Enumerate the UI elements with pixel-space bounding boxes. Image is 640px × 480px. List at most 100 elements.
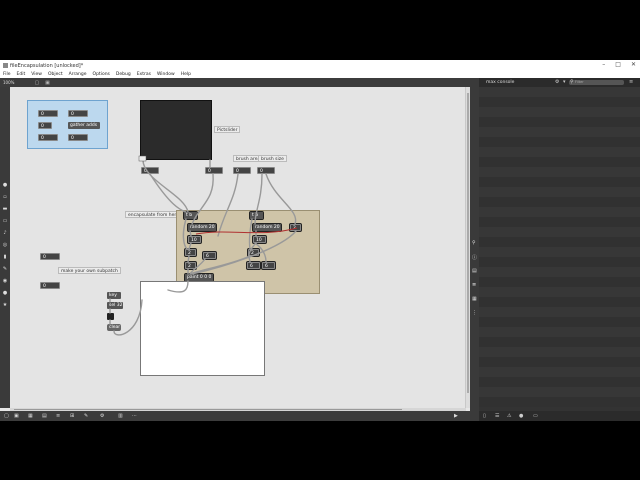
trigger-object[interactable]: t b: [183, 211, 198, 220]
lcd-canvas[interactable]: [140, 281, 265, 376]
sel-object[interactable]: sel 32: [107, 302, 123, 309]
number-box[interactable]: 0: [38, 110, 58, 117]
menu-view[interactable]: View: [31, 71, 42, 78]
number-box[interactable]: 2: [184, 261, 197, 270]
new-object-icon[interactable]: ▫: [2, 194, 8, 200]
options-icon[interactable]: ⋯: [132, 413, 137, 419]
menu-object[interactable]: Object: [48, 71, 63, 78]
lock-icon[interactable]: ▢: [34, 80, 39, 86]
menu-options[interactable]: Options: [93, 71, 110, 78]
number-box[interactable]: 0: [38, 134, 58, 141]
number-box[interactable]: 6: [246, 261, 261, 270]
slider-icon[interactable]: ▮: [2, 254, 8, 260]
max-console-panel: max console ⚙ ▾ Filter ⚲ ≡ ▯ ☰ ⚠ ● ▭: [479, 78, 640, 421]
gather-adds-object[interactable]: gather adds: [68, 122, 100, 129]
columns-icon[interactable]: ▥: [118, 413, 123, 419]
button-icon[interactable]: ◎: [2, 242, 8, 248]
paint-message[interactable]: paint 0 0 0 0: [184, 273, 214, 282]
menu-help[interactable]: Help: [181, 71, 191, 78]
info-icon[interactable]: ⓘ: [472, 254, 477, 261]
number-box[interactable]: 6: [261, 261, 276, 270]
encapsulate-comment: encapsulate from here: [125, 211, 182, 218]
menu-window[interactable]: Window: [157, 71, 175, 78]
search-icon: ⚲: [570, 79, 574, 85]
error-icon[interactable]: ●: [519, 413, 523, 419]
number-box[interactable]: 0: [257, 167, 275, 174]
patcher-top-toolbar: 100% ▢ ▣: [0, 78, 470, 87]
menu-arrange[interactable]: Arrange: [69, 71, 87, 78]
left-sidebar: ● ▫ ▬ ▭ ♪ ◎ ▮ ✎ ◉ ● ★: [0, 87, 10, 408]
number-box[interactable]: 0: [38, 122, 52, 129]
star-icon[interactable]: ★: [2, 302, 8, 308]
lock-icon[interactable]: ▢: [4, 413, 9, 419]
pictslider-comment: Pictslider: [214, 126, 241, 133]
tools-icon[interactable]: ✎: [84, 413, 88, 419]
minimize-button[interactable]: –: [602, 61, 605, 68]
brush-size-comment: brush size: [258, 155, 287, 162]
key-object[interactable]: key: [107, 292, 121, 299]
copy-icon[interactable]: ▭: [533, 413, 538, 419]
number-box[interactable]: 0: [205, 167, 223, 174]
bang-button[interactable]: [107, 313, 114, 320]
zoom-level[interactable]: 100%: [3, 80, 14, 85]
windows-icon[interactable]: ⊞: [70, 413, 74, 419]
number-box[interactable]: 0: [68, 134, 88, 141]
pictslider[interactable]: [140, 100, 212, 160]
new-view-icon[interactable]: ▤: [42, 413, 47, 419]
search-icon[interactable]: ⚲: [472, 240, 476, 246]
number-box[interactable]: 6: [202, 251, 217, 260]
grid-icon[interactable]: ▦: [28, 413, 33, 419]
trigger-object[interactable]: t b: [249, 211, 264, 220]
number-box[interactable]: 0: [68, 110, 88, 117]
menu-edit[interactable]: Edit: [17, 71, 26, 78]
book-icon[interactable]: ▤: [472, 268, 477, 274]
console-header: max console ⚙ ▾ Filter ⚲ ≡: [479, 78, 640, 87]
present-icon[interactable]: ▣: [14, 413, 19, 419]
settings-icon[interactable]: ⚙: [555, 79, 559, 85]
max-app-icon: [3, 63, 8, 68]
number-box[interactable]: 0: [40, 282, 60, 289]
number-box[interactable]: 0: [233, 167, 251, 174]
title-bar: fileEncapsulation [unlocked]* – □ ✕: [0, 60, 640, 71]
message-icon[interactable]: ▬: [2, 206, 8, 212]
align-icon[interactable]: ≡: [56, 413, 60, 419]
console-search-input[interactable]: Filter: [569, 80, 624, 85]
console-icon[interactable]: ≣: [472, 282, 476, 288]
close-button[interactable]: ✕: [631, 61, 636, 68]
number-box[interactable]: 10: [252, 235, 267, 244]
info-icon[interactable]: ●: [2, 290, 8, 296]
pin-icon[interactable]: ✎: [2, 266, 8, 272]
menu-extras[interactable]: Extras: [137, 71, 151, 78]
number-box[interactable]: 2: [247, 248, 260, 257]
number-box[interactable]: 2: [184, 248, 197, 257]
filter-icon[interactable]: ☰: [495, 413, 499, 419]
dropdown-icon[interactable]: ▾: [563, 79, 566, 85]
console-footer: ▯ ☰ ⚠ ● ▭: [479, 411, 640, 421]
number-box[interactable]: 2: [289, 223, 302, 232]
people-icon[interactable]: ⋮: [472, 310, 477, 316]
comment-icon[interactable]: ▭: [2, 218, 8, 224]
subpatch-comment: make your own subpatch: [58, 267, 121, 274]
clear-icon[interactable]: ▯: [483, 413, 486, 419]
clear-message[interactable]: clear: [107, 324, 121, 331]
window-title: fileEncapsulation [unlocked]*: [10, 62, 84, 69]
number-box[interactable]: 10: [187, 235, 202, 244]
present-icon[interactable]: ▣: [45, 80, 50, 86]
maximize-button[interactable]: □: [615, 61, 621, 68]
play-icon[interactable]: ▶: [454, 413, 458, 419]
debug-icon[interactable]: ⚙: [100, 413, 104, 419]
circle-icon[interactable]: ●: [2, 182, 8, 188]
patcher-bottom-toolbar: ▢ ▣ ▦ ▤ ≡ ⊞ ✎ ⚙ ▥ ⋯ ▶: [0, 411, 470, 421]
random-object[interactable]: random 20: [252, 223, 282, 232]
target-icon[interactable]: ◉: [2, 278, 8, 284]
audio-icon[interactable]: ♪: [2, 230, 8, 236]
menu-debug[interactable]: Debug: [116, 71, 131, 78]
warning-icon[interactable]: ⚠: [507, 413, 511, 419]
random-object[interactable]: random 20: [187, 223, 217, 232]
menu-icon[interactable]: ≡: [629, 79, 633, 85]
number-box[interactable]: 0: [40, 253, 60, 260]
console-rows: [479, 87, 640, 411]
menu-file[interactable]: File: [3, 71, 11, 78]
list-icon[interactable]: ▦: [472, 296, 477, 302]
number-box[interactable]: 0: [141, 167, 159, 174]
